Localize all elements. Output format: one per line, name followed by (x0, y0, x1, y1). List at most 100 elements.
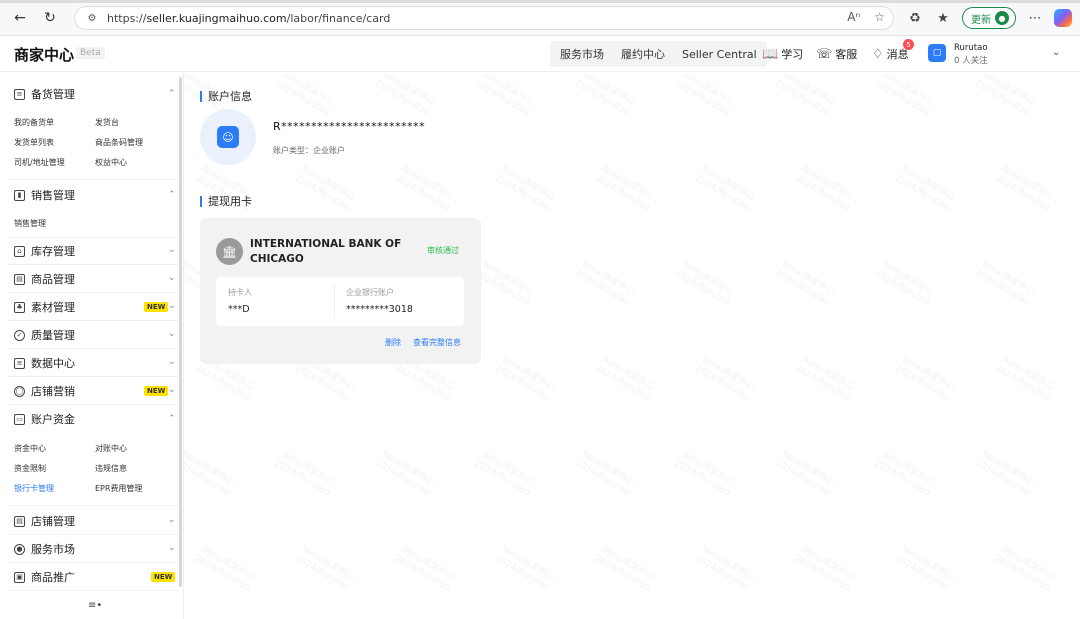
watermark-text: Temu商家中心2024/Rurutao (673, 73, 737, 119)
chevron-down-icon[interactable]: ⌄ (168, 245, 176, 255)
chevron-down-icon[interactable]: ⌄ (168, 273, 176, 283)
address-bar[interactable]: ⚙ https://seller.kuajingmaihuo.com/labor… (74, 6, 894, 30)
divider (8, 404, 178, 405)
back-icon[interactable]: ← (10, 8, 30, 28)
beta-badge: Beta (76, 47, 105, 59)
menu-seller-central[interactable]: Seller Central (682, 48, 757, 61)
shield-check-icon: ✓ (14, 329, 25, 341)
sidebar-section-sales[interactable]: ▮ 销售管理 (14, 186, 75, 204)
divider (8, 590, 178, 591)
collapse-sidebar-icon[interactable]: ≡• (88, 600, 102, 611)
update-button[interactable]: 更新 ● (962, 7, 1016, 29)
sidebar-section-data[interactable]: ≡ 数据中心 (14, 354, 75, 372)
chevron-down-icon[interactable]: ⌄ (1052, 47, 1060, 58)
view-full-info-link[interactable]: 查看完整信息 (413, 337, 461, 348)
sidebar-item-barcode[interactable]: 商品条码管理 (95, 137, 143, 148)
more-menu-icon[interactable]: ⋯ (1026, 8, 1044, 28)
sidebar-section-products[interactable]: ▤ 商品管理 (14, 270, 75, 288)
messages-link[interactable]: ♢ 消息 5 (872, 39, 914, 62)
chevron-down-icon[interactable]: ⌄ (168, 329, 176, 339)
watermark-text: Temu商家中心2024/Rurutao (493, 354, 557, 404)
chevron-down-icon[interactable]: ⌄ (168, 543, 176, 553)
learn-link[interactable]: 📖 学习 (762, 46, 803, 62)
sidebar-item-benefits[interactable]: 权益中心 (95, 157, 127, 168)
delete-card-link[interactable]: 删除 (385, 337, 401, 348)
account-label: 企业银行账户 (346, 288, 394, 297)
wallet-icon: ▭ (14, 413, 25, 425)
chevron-up-icon[interactable]: ⌃ (168, 414, 176, 424)
watermark-text: Temu商家中心2024/Rurutao (473, 259, 537, 309)
divider (8, 292, 178, 293)
chevron-down-icon[interactable]: ⌄ (168, 385, 176, 395)
watermark-text: Temu商家中心2024/Rurutao (573, 73, 637, 119)
sidebar-item-epr-fees[interactable]: EPR费用管理 (95, 483, 142, 494)
watermark-text: Temu商家中心2024/Rurutao (373, 73, 437, 119)
chevron-down-icon[interactable]: ⌄ (168, 515, 176, 525)
chevron-down-icon[interactable]: ⌄ (168, 357, 176, 367)
reload-icon[interactable]: ↻ (40, 8, 60, 28)
sidebar-item-shipping-list[interactable]: 发货单列表 (14, 137, 54, 148)
sidebar-item-violations[interactable]: 违规信息 (95, 463, 127, 474)
sidebar-section-shop[interactable]: ▤ 店铺管理 (14, 512, 75, 530)
copilot-icon[interactable] (1054, 9, 1072, 27)
read-aloud-icon[interactable]: Aⁿ (847, 10, 860, 24)
divider (8, 320, 178, 321)
site-info-icon[interactable]: ⚙ (85, 11, 99, 25)
url-text: https://seller.kuajingmaihuo.com/labor/f… (107, 11, 391, 25)
new-badge: NEW (144, 386, 169, 396)
sidebar-item-fund-center[interactable]: 资金中心 (14, 443, 46, 454)
menu-service-market[interactable]: 服务市场 (560, 46, 604, 62)
shop-icon: ▤ (14, 515, 25, 527)
watermark-text: Temu商家中心2024/Rurutao (693, 354, 757, 404)
watermark-text: Temu商家中心2024/Rurutao (873, 259, 937, 309)
scrollbar-thumb[interactable] (179, 77, 182, 587)
menu-fulfillment[interactable]: 履约中心 (621, 46, 665, 62)
watermark-text: Temu商家中心2024/Rurutao (193, 544, 257, 594)
watermark-text: Temu商家中心2024/Rurutao (993, 544, 1057, 594)
account-info-title: 账户信息 (200, 91, 252, 102)
divider (8, 237, 178, 238)
user-avatar[interactable]: ▢ (928, 44, 946, 62)
material-icon: ♣ (14, 301, 25, 313)
sidebar-item-fund-limits[interactable]: 资金限制 (14, 463, 46, 474)
sidebar-section-quality[interactable]: ✓ 质量管理 (14, 326, 75, 344)
sidebar-section-stocking[interactable]: ≡ 备货管理 (14, 85, 75, 103)
message-count-badge: 5 (903, 39, 914, 50)
warehouse-icon: ⌂ (14, 245, 25, 257)
user-followers: 0 人关注 (954, 56, 988, 66)
account-name: R************************ (273, 120, 426, 133)
sidebar-section-marketing[interactable]: ◯ 店铺营销 (14, 382, 75, 400)
watermark-text: Temu商家中心2024/Rurutao (893, 544, 957, 594)
sidebar-section-inventory[interactable]: ⌂ 库存管理 (14, 242, 75, 260)
sidebar-item-my-stock-orders[interactable]: 我的备货单 (14, 117, 54, 128)
chevron-down-icon[interactable]: ⌄ (168, 301, 176, 311)
brand-title[interactable]: 商家中心 (14, 44, 74, 65)
sidebar-item-shipping-desk[interactable]: 发货台 (95, 117, 119, 128)
account-avatar: ☺ (200, 109, 256, 165)
favorites-icon[interactable]: ★ (934, 8, 952, 28)
user-name[interactable]: Rurutao (954, 43, 988, 54)
chevron-up-icon[interactable]: ⌃ (168, 89, 176, 99)
watermark-text: Temu商家中心2024/Rurutao (893, 354, 957, 404)
extensions-icon[interactable]: ♻ (906, 8, 924, 28)
account-value: *********3018 (346, 304, 413, 315)
sidebar-item-bank-cards[interactable]: 银行卡管理 (14, 483, 54, 494)
sidebar-item-driver-address[interactable]: 司机/地址管理 (14, 157, 65, 168)
divider (8, 179, 178, 180)
sidebar-scrollbar[interactable] (178, 73, 183, 593)
favorite-star-icon[interactable]: ☆ (874, 10, 885, 24)
watermark-text: Temu商家中心2024/Rurutao (593, 164, 657, 214)
sidebar-section-service-market[interactable]: ● 服务市场 (14, 540, 75, 558)
sidebar-section-promotion[interactable]: ▣ 商品推广 (14, 568, 75, 586)
watermark-text: Temu商家中心2024/Rurutao (773, 73, 837, 119)
watermark-text: Temu商家中心2024/Rurutao (473, 449, 537, 499)
watermark-text: Temu商家中心2024/Rurutao (673, 259, 737, 309)
service-link[interactable]: ☏ 客服 (816, 46, 857, 62)
sidebar-item-reconciliation[interactable]: 对账中心 (95, 443, 127, 454)
chevron-up-icon[interactable]: ⌃ (168, 190, 176, 200)
sidebar-section-materials[interactable]: ♣ 素材管理 (14, 298, 75, 316)
divider (334, 285, 335, 318)
sidebar-item-sales[interactable]: 销售管理 (14, 218, 46, 229)
divider (8, 534, 178, 535)
sidebar-section-account-funds[interactable]: ▭ 账户资金 (14, 410, 75, 428)
